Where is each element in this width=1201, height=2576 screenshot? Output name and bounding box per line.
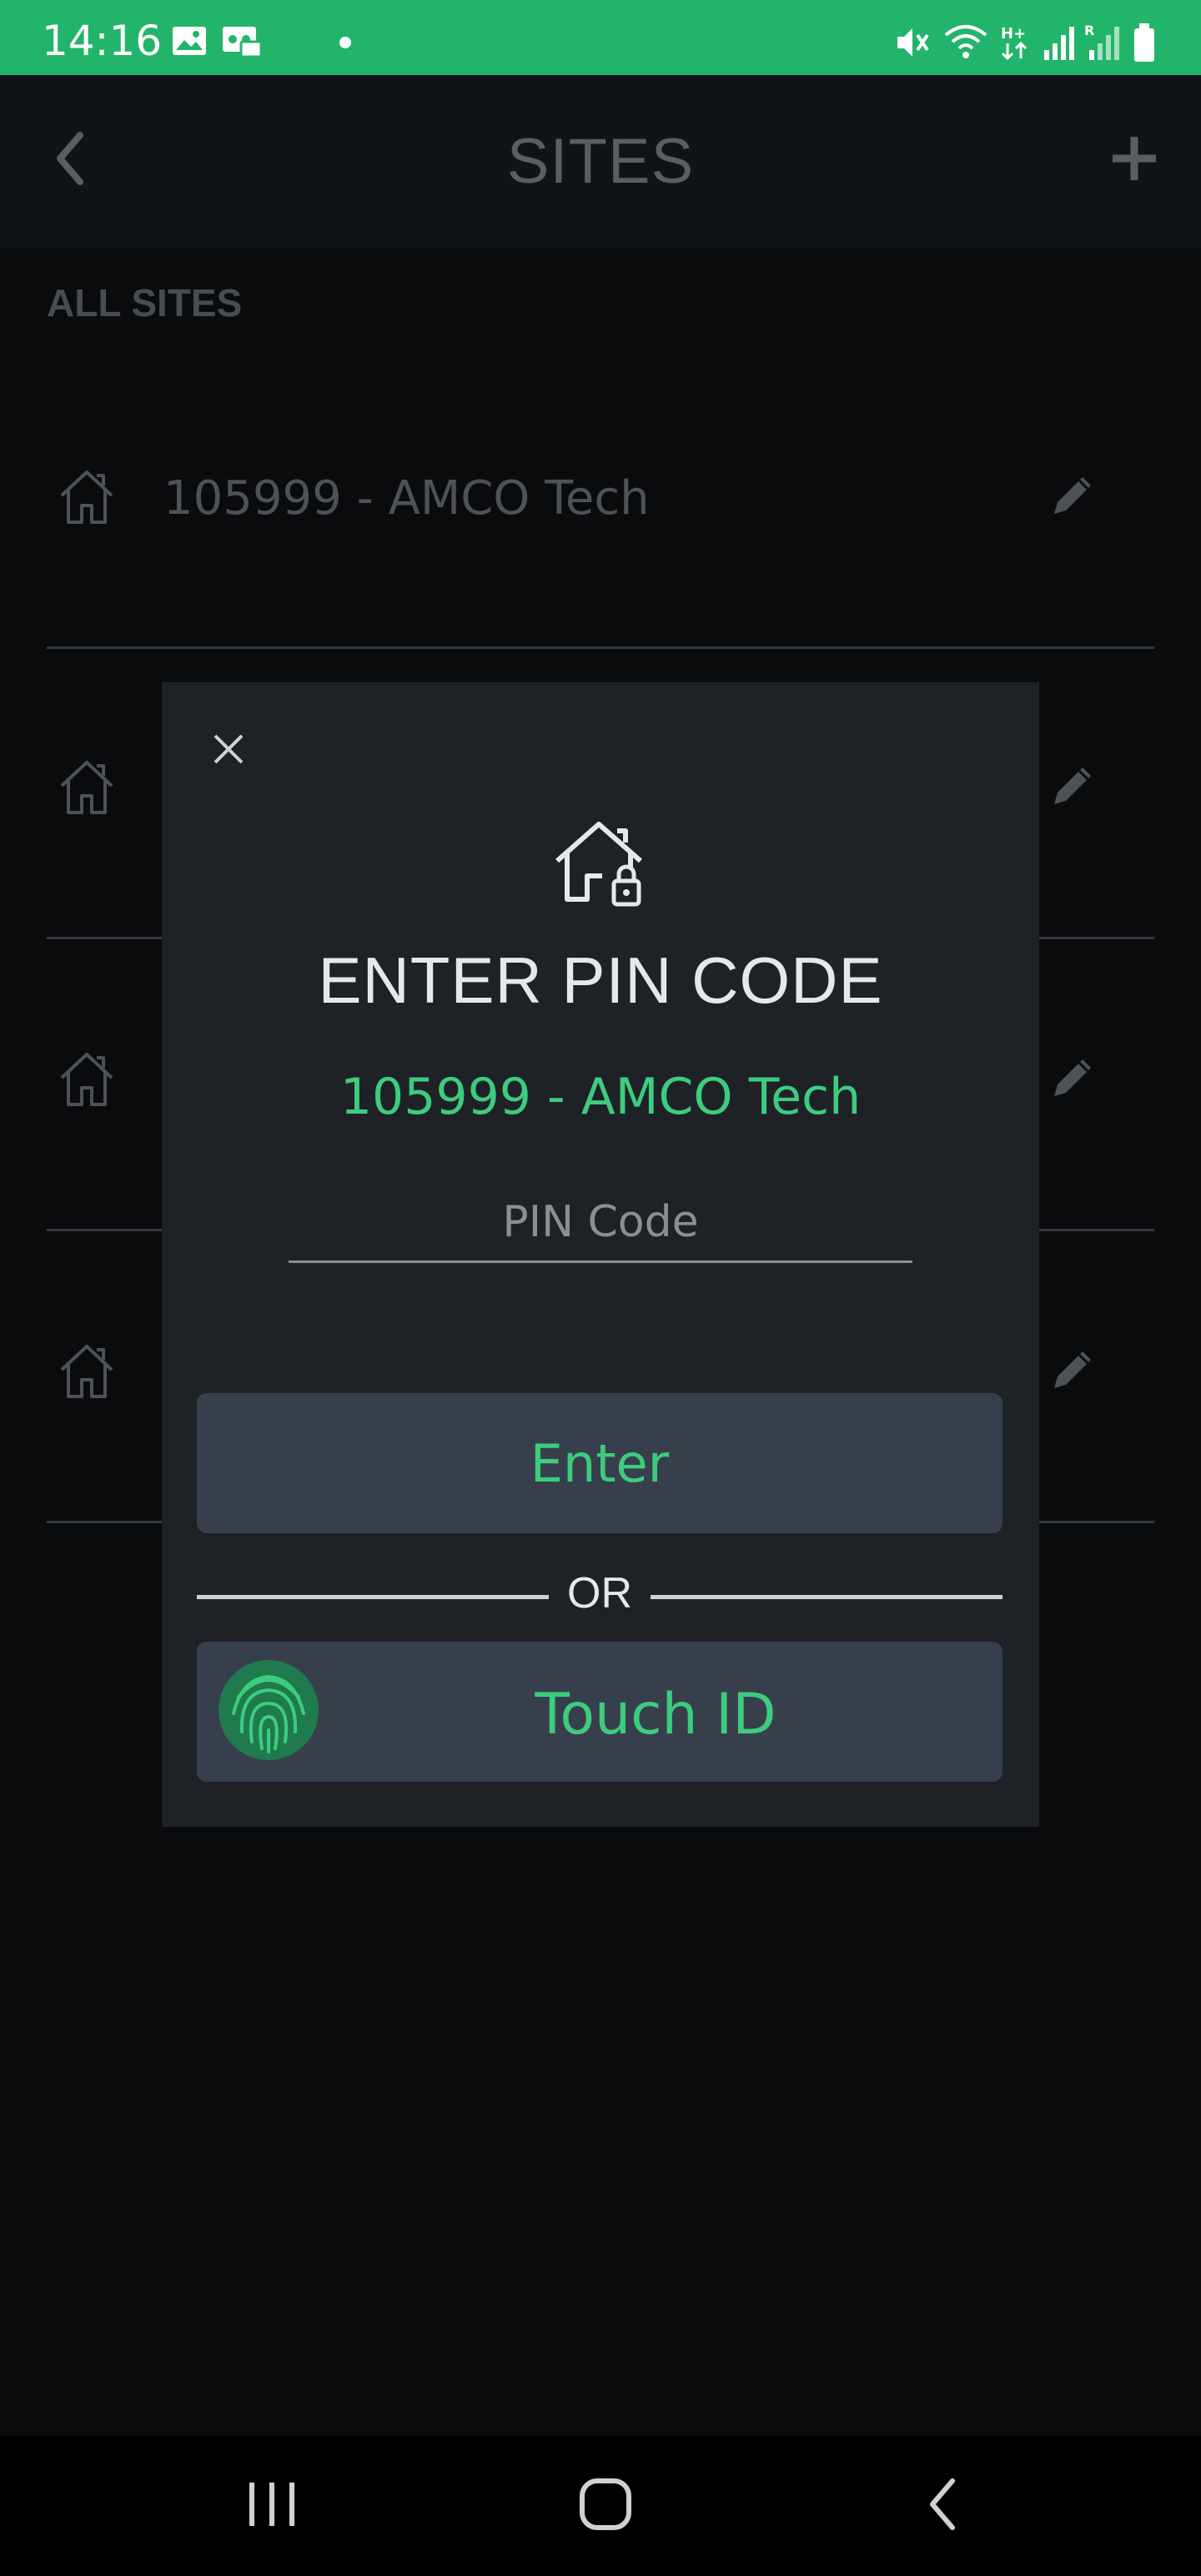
status-time: 14:16 — [42, 17, 163, 65]
close-icon[interactable] — [205, 726, 252, 772]
image-icon — [173, 27, 206, 55]
or-label: OR — [567, 1569, 632, 1618]
pin-code-dialog: ENTER PIN CODE 105999 - AMCO Tech Enter … — [162, 682, 1039, 1827]
pin-code-input[interactable] — [289, 1183, 912, 1263]
status-bar: 14:16 H+ R — [0, 0, 1201, 75]
voicemail-icon — [223, 27, 263, 58]
divider-line — [651, 1595, 1003, 1599]
system-nav-bar — [0, 2436, 1201, 2576]
wifi-icon — [944, 25, 987, 58]
home-button-icon[interactable] — [572, 2471, 639, 2538]
dialog-heading: ENTER PIN CODE — [318, 943, 883, 1017]
enter-button[interactable]: Enter — [197, 1393, 1003, 1533]
house-lock-icon — [555, 822, 642, 907]
svg-text:H+: H+ — [1001, 25, 1026, 43]
touch-id-button[interactable]: Touch ID — [197, 1642, 1003, 1782]
notification-dot — [339, 37, 351, 48]
recent-apps-icon[interactable] — [239, 2471, 305, 2538]
mute-icon — [897, 28, 929, 57]
signal-icon — [1044, 27, 1074, 60]
touch-id-label: Touch ID — [535, 1682, 776, 1748]
hplus-icon: H+ — [1001, 25, 1028, 61]
back-button-icon[interactable] — [909, 2471, 976, 2538]
roaming-signal-icon: R — [1084, 23, 1119, 60]
dialog-site-name: 105999 - AMCO Tech — [339, 1068, 862, 1126]
battery-icon — [1134, 23, 1154, 62]
or-divider: OR — [197, 1565, 1003, 1632]
svg-text:R: R — [1084, 23, 1094, 38]
